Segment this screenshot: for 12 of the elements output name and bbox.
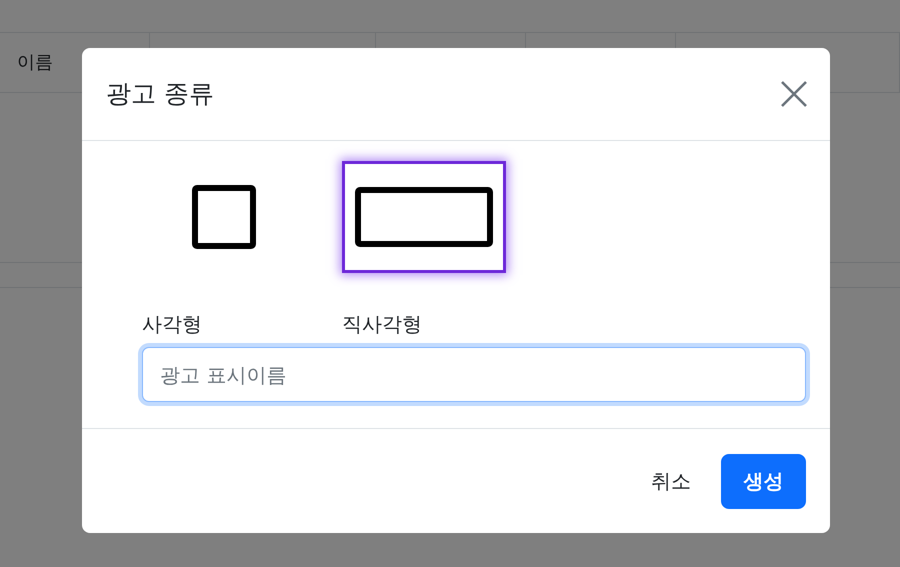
create-button[interactable]: 생성	[721, 454, 806, 508]
shape-label: 사각형	[142, 311, 202, 338]
shape-label: 직사각형	[342, 311, 422, 338]
shape-option[interactable]	[342, 161, 506, 273]
column-header: 이름	[17, 51, 53, 75]
close-button[interactable]	[780, 80, 808, 108]
cancel-button[interactable]: 취소	[651, 466, 691, 496]
dialog-title: 광고 종류	[106, 79, 214, 109]
name-input-field[interactable]: 광고 표시이름	[142, 347, 806, 402]
square-icon	[192, 185, 256, 249]
rectangle-icon	[355, 187, 493, 247]
close-icon	[780, 80, 808, 108]
